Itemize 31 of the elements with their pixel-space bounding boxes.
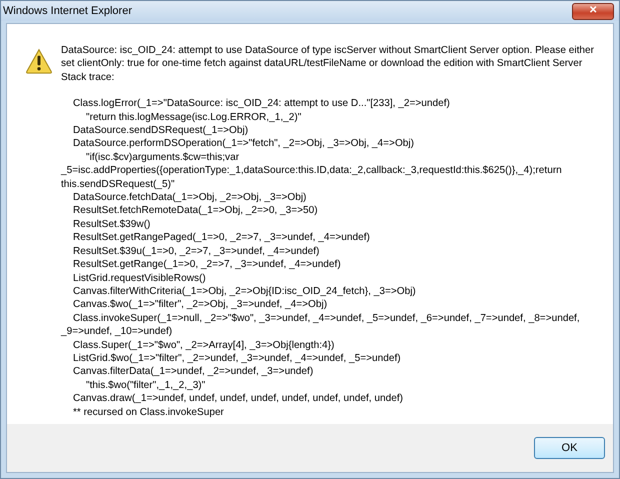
stack-trace-line: Class.logError(_1=>"DataSource: isc_OID_24: attempt to use D..."[233], _2=>undef) [72,97,451,111]
stack-trace-line: ResultSet.$39w() [72,218,152,232]
stack-trace-line: ** recursed on Class.invokeSuper [72,406,225,419]
message-text: DataSource: isc_OID_24: attempt to use DataSource of type iscServer without SmartClient Server option. Please either [61,44,594,58]
stack-trace-line: ListGrid.requestVisibleRows() [72,272,207,285]
stack-trace-line: this.sendDSRequest(_5)" [61,178,176,192]
stack-trace-line: ResultSet.$39u(_1=>0, _2=>7, _3=>undef, _4=>undef) [72,244,320,258]
stack-trace-line: ResultSet.getRangePaged(_1=>0, _2=>7, _3=>undef, _4=>undef) [72,231,371,245]
stack-trace-line: Canvas.filterWithCriteria(_1=>Obj, _2=>Obj{ID:isc_OID_24_fetch}, _3=>Obj) [72,284,417,298]
stack-trace-line: "this.$wo("filter",_1,_2,_3)" [85,378,206,392]
stack-trace-line: DataSource.sendDSRequest(_1=>Obj) [72,124,250,138]
stack-trace-line: _9=>undef, _10=>undef) [61,325,174,339]
stack-trace-line: "if(isc.$cv)arguments.$cw=this;var [85,150,240,164]
stack-trace-line: Class.Super(_1=>"$wo", _2=>Array[4], _3=>Obj{length:4}) [72,338,336,352]
stack-trace-line: Canvas.draw(_1=>undef, undef, undef, undef, undef, undef, undef, undef) [72,392,404,406]
stack-trace-line: ResultSet.fetchRemoteData(_1=>Obj, _2=>0, _3=>50) [72,204,319,218]
stack-trace-line: ListGrid.$wo(_1=>"filter", _2=>undef, _3=>undef, _4=>undef, _5=>undef) [72,352,402,366]
stack-trace-line: "return this.logMessage(isc.Log.ERROR,_1,_2)" [85,110,302,124]
stack-trace-line: DataSource.performDSOperation(_1=>"fetch", _2=>Obj, _3=>Obj, _4=>Obj) [72,137,416,151]
stack-trace-line: DataSource.fetchData(_1=>Obj, _2=>Obj, _3=>Obj) [72,191,308,204]
window-title: Windows Internet Explorer [3,5,132,17]
message-text: Stack trace: [61,70,116,84]
stack-trace-line: _5=isc.addProperties({operationType:_1,dataSource:this.ID,data:_2,callback:_3,requestId:this.$625()},_4);return [61,164,563,178]
close-button[interactable]: ✕ [572,2,614,20]
stack-trace-line: ResultSet.getRange(_1=>0, _2=>7, _3=>undef, _4=>undef) [72,258,342,272]
ok-button[interactable]: OK [534,437,605,459]
message-text: set clientOnly: true for one-time fetch against dataURL/testFileName or download the edition with SmartClient Server [61,57,584,71]
stack-trace-line: Class.invokeSuper(_1=>null, _2=>"$wo", _3=>undef, _4=>undef, _5=>undef, _6=>undef, _7=>undef, _8=>undef, [72,312,581,326]
warning-icon [25,48,53,74]
stack-trace-line: Canvas.$wo(_1=>"filter", _2=>Obj, _3=>undef, _4=>Obj) [72,298,328,312]
stack-trace-line: Canvas.filterData(_1=>undef, _2=>undef, _3=>undef) [72,365,314,379]
